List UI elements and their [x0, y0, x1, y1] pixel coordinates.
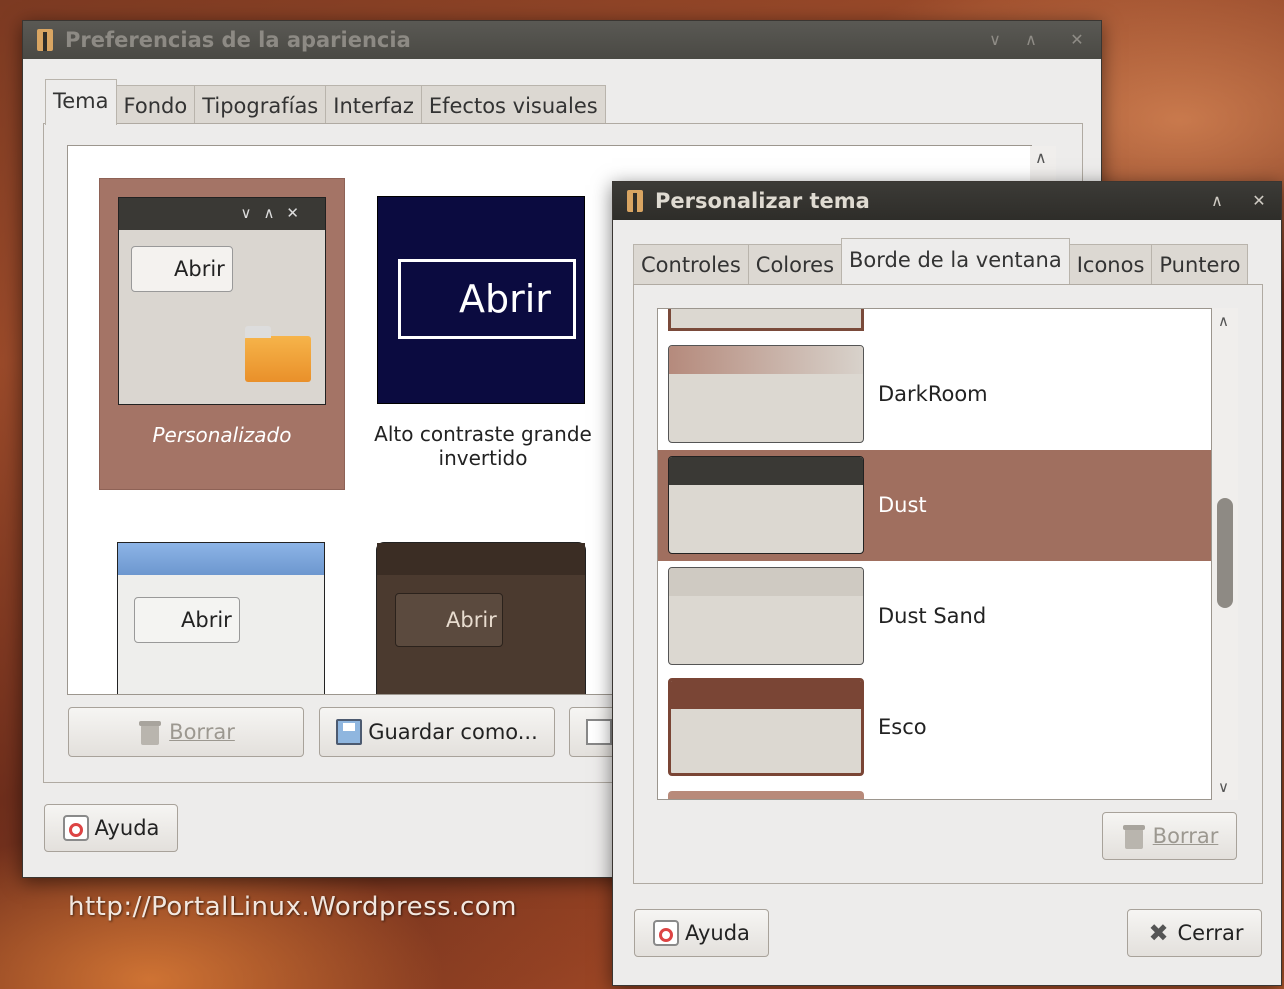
preview-titlebar	[377, 543, 585, 575]
border-item-darkroom[interactable]: DarkRoom	[658, 339, 1211, 450]
delete-theme-button[interactable]: Borrar	[68, 707, 304, 757]
main-titlebar[interactable]: Preferencias de la apariencia ∨ ∧ ✕	[23, 21, 1101, 59]
preview-open-button: Abrir	[131, 246, 233, 292]
preview-open-label: Abrir	[181, 608, 232, 632]
border-label: Dust Sand	[878, 604, 987, 628]
trash-icon	[137, 719, 163, 745]
document-icon	[586, 719, 612, 745]
border-preview	[668, 345, 864, 443]
theme-preview: Abrir	[377, 196, 585, 404]
trash-icon	[1121, 823, 1147, 849]
theme-personalizado[interactable]: ∨∧✕ Abrir Personalizado	[99, 178, 345, 490]
dialog-help-button[interactable]: Ayuda	[634, 909, 769, 957]
dialog-titlebar[interactable]: Personalizar tema ∧ ✕	[613, 182, 1281, 220]
folder-icon	[245, 326, 311, 382]
save-icon	[336, 719, 363, 745]
border-preview	[668, 678, 864, 776]
partial-preview	[668, 309, 864, 331]
scroll-up-icon[interactable]: ∧	[1035, 148, 1047, 167]
border-item-dust[interactable]: Dust	[658, 450, 1211, 561]
help-icon	[653, 920, 680, 946]
save-as-label: Guardar como...	[368, 720, 538, 744]
preview-open-label: Abrir	[446, 608, 497, 632]
maximize-icon[interactable]: ∧	[1203, 188, 1231, 214]
border-label: Esco	[878, 715, 927, 739]
scroll-up-icon[interactable]: ∧	[1218, 312, 1229, 330]
preview-open-button: Abrir	[395, 593, 503, 647]
border-item-esco[interactable]: Esco	[658, 672, 1211, 783]
tab-borde-ventana[interactable]: Borde de la ventana	[841, 238, 1070, 284]
theme-label: Alto contraste grande invertido	[374, 422, 592, 470]
theme-preview: Abrir	[376, 542, 586, 694]
preview-titlebar	[669, 568, 863, 596]
window-icon	[37, 29, 53, 51]
dialog-title: Personalizar tema	[655, 189, 870, 213]
scroll-down-icon[interactable]: ∨	[1218, 778, 1229, 796]
close-icon[interactable]: ✕	[1245, 188, 1273, 214]
preview-controls-icon: ∨∧✕	[240, 204, 311, 222]
preview-titlebar	[669, 346, 863, 374]
close-dialog-button[interactable]: ✖ Cerrar	[1127, 909, 1262, 957]
tab-colores[interactable]: Colores	[747, 244, 843, 284]
theme-label: Personalizado	[152, 423, 292, 447]
help-label: Ayuda	[685, 921, 750, 945]
border-label: Dust	[878, 493, 927, 517]
delete-label: Borrar	[1152, 824, 1219, 848]
tab-iconos[interactable]: Iconos	[1068, 244, 1153, 284]
window-border-list[interactable]: DarkRoom Dust Dust Sand Esco	[657, 308, 1212, 800]
border-label: DarkRoom	[878, 382, 988, 406]
border-preview	[668, 567, 864, 665]
scrollbar-thumb[interactable]	[1217, 498, 1233, 608]
tab-tipografias[interactable]: Tipografías	[194, 85, 327, 125]
preview-open-button: Abrir	[398, 259, 576, 339]
save-as-button[interactable]: Guardar como...	[319, 707, 555, 757]
help-icon	[62, 815, 89, 841]
help-button[interactable]: Ayuda	[44, 804, 178, 852]
theme-clearlooks[interactable]: Abrir	[99, 526, 345, 694]
theme-dark[interactable]: Abrir	[360, 526, 606, 694]
tab-efectos-visuales[interactable]: Efectos visuales	[420, 85, 606, 125]
tab-interfaz[interactable]: Interfaz	[325, 85, 422, 125]
delete-label: Borrar	[169, 720, 235, 744]
theme-preview: ∨∧✕ Abrir	[118, 197, 326, 405]
close-label: Cerrar	[1177, 921, 1244, 945]
preview-open-button: Abrir	[134, 597, 240, 643]
minimize-icon[interactable]: ∨	[981, 27, 1009, 53]
preview-titlebar	[669, 457, 863, 485]
theme-scrollbar[interactable]: ∧	[1030, 146, 1056, 186]
theme-alto-contraste[interactable]: Abrir Alto contraste grande invertido	[360, 178, 606, 490]
watermark-text: http://PortalLinux.Wordpress.com	[68, 892, 517, 922]
border-item-dust-sand[interactable]: Dust Sand	[658, 561, 1211, 672]
theme-preview: Abrir	[117, 542, 325, 694]
close-icon[interactable]: ✕	[1063, 27, 1091, 53]
dialog-tabs: Controles Colores Borde de la ventana Ic…	[633, 238, 1249, 284]
preview-titlebar	[118, 543, 324, 575]
preview-open-label: Abrir	[174, 257, 225, 281]
tab-fondo[interactable]: Fondo	[115, 85, 196, 125]
close-x-icon: ✖	[1148, 919, 1169, 947]
preview-open-label: Abrir	[459, 277, 551, 321]
main-tabs: Tema Fondo Tipografías Interfaz Efectos …	[45, 79, 606, 125]
border-preview	[668, 456, 864, 554]
window-icon	[627, 190, 643, 212]
help-label: Ayuda	[94, 816, 160, 840]
border-list-scrollbar[interactable]: ∧ ∨	[1212, 308, 1238, 800]
partial-preview	[668, 791, 864, 799]
tab-puntero[interactable]: Puntero	[1151, 244, 1249, 284]
tab-tema[interactable]: Tema	[45, 79, 117, 125]
preview-titlebar	[671, 681, 861, 709]
tab-controles[interactable]: Controles	[633, 244, 749, 284]
main-window-title: Preferencias de la apariencia	[65, 28, 411, 52]
maximize-icon[interactable]: ∧	[1017, 27, 1045, 53]
delete-border-button[interactable]: Borrar	[1102, 812, 1237, 860]
